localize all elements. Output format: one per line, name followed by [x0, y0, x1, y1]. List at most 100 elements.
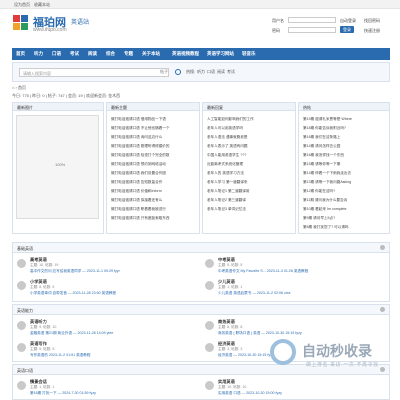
- forum-icon: [205, 343, 214, 352]
- thread-link[interactable]: 微打电话邀请口语 职看着我被送行: [111, 207, 199, 212]
- thread-link[interactable]: 微打电话邀请口语 检查打个完全的数: [111, 153, 199, 158]
- find-password-link[interactable]: 找回密码: [364, 18, 380, 24]
- reply-link[interactable]: 中国人能用英语学生 ???: [207, 153, 295, 158]
- forum-last-post[interactable]: 小学英语单词 自带发音 — 2023-11-28 23:50 英语教程: [30, 291, 116, 296]
- hot-thread-link[interactable]: 第8期 我打扰您了? 可以请吗: [303, 225, 389, 230]
- login-button[interactable]: 登录: [340, 26, 354, 33]
- nav-exam[interactable]: 考试: [70, 51, 79, 57]
- auto-login-checkbox[interactable]: 自动登录: [340, 18, 356, 24]
- hot-thread-link[interactable]: 第13期 请等一下我问路Asking: [303, 180, 389, 185]
- nav-video[interactable]: 英语视频教程: [172, 51, 199, 57]
- hot-thread-link[interactable]: 第10期 看起来 Im complete: [303, 207, 389, 212]
- hot-thread-link[interactable]: 第19期 邀请礼米恩等是 Where: [303, 117, 389, 122]
- nav-sites[interactable]: 英语学习网站: [207, 51, 234, 57]
- reply-link[interactable]: 老年人笔记3 单词记忆法: [207, 207, 295, 212]
- search-icon[interactable]: [175, 69, 181, 75]
- logo-square-green: [21, 23, 28, 30]
- reply-link[interactable]: 老年人学习 第一道翻译来: [207, 180, 295, 185]
- forum-last-post[interactable]: 金融英语 第21期 商业外语 — 2023-11-28 14:09 yiee: [30, 331, 113, 336]
- reply-link[interactable]: 老年人可以用英语学吗: [207, 126, 295, 131]
- logo-square-red: [13, 15, 20, 22]
- nav-home[interactable]: 首页: [16, 51, 25, 57]
- thread-link[interactable]: 微打电话邀请口语 只有差距索取东西: [111, 216, 199, 221]
- nav-music[interactable]: 轻音乐: [242, 51, 256, 57]
- nav-reading[interactable]: 阅读: [88, 51, 97, 57]
- reply-link[interactable]: 老年人语法 遇事就跑老是: [207, 135, 295, 140]
- forum-last-post[interactable]: 少儿英语 英语启蒙书 — 2023-11-2 02:06 ctcs: [218, 291, 290, 296]
- hot-thread-link[interactable]: 第14期 请问怎样去公园: [303, 144, 389, 149]
- forum-icon: [205, 281, 214, 290]
- thread-link[interactable]: 微打电话邀请口语 询问这边什么: [111, 135, 199, 140]
- reply-link[interactable]: 老年人表示了 英语有问题: [207, 144, 295, 149]
- hot-thread-link[interactable]: 第12期 你能在这吗?: [303, 189, 389, 194]
- nav-general[interactable]: 综合: [106, 51, 115, 57]
- hot-search-item[interactable]: 口语: [207, 69, 215, 75]
- hot-thread-link[interactable]: 第11期 请问我为什么要告诉: [303, 198, 389, 203]
- section-title: 基础英语: [17, 246, 33, 251]
- site-url: www.ifupo.com: [33, 27, 67, 33]
- forum-icon: [17, 281, 26, 290]
- forum-icon: [205, 381, 214, 390]
- breadcrumb-home[interactable]: 首页: [18, 85, 26, 90]
- forum-last-post[interactable]: 第16期 打扰一下 — 2024-7-30 01:59 fyzy: [30, 391, 96, 396]
- thread-link[interactable]: 微打电话邀请口语 告知数量合作: [111, 180, 199, 185]
- main-nav: 首页 听力 口语 考试 阅读 综合 专题 关于本站 英语视频教程 英语学习网站 …: [12, 48, 390, 60]
- section-title: 英语口语: [17, 368, 33, 373]
- panel-title: 最新主题: [111, 105, 127, 110]
- hot-thread-link[interactable]: 第16期 我怎样找一个东西: [303, 153, 389, 158]
- forum-icon: [17, 381, 26, 390]
- forum-last-post[interactable]: 写作英语的 2023-11-2 01:51 英语教程: [30, 353, 90, 358]
- forum-counts: 主题: 10, 帖数: 19: [30, 263, 59, 267]
- forum-counts: 主题: 3, 帖数: 3: [218, 347, 243, 351]
- thread-link[interactable]: 微打电话邀请口语 价值和Inform: [111, 189, 199, 194]
- hot-thread-link[interactable]: 第18期 你能告诉我附近吗?: [303, 126, 389, 131]
- hot-search-item[interactable]: 听力: [197, 69, 205, 75]
- thread-link[interactable]: 微打电话邀请口语 拟接着还有么: [111, 198, 199, 203]
- hot-search-item[interactable]: 考试: [227, 69, 235, 75]
- collapse-icon[interactable]: [380, 245, 385, 250]
- thread-link[interactable]: 微打电话邀请口语 借用物品一下语: [111, 117, 199, 122]
- site-subtitle: 英语站: [71, 20, 90, 26]
- collapse-icon[interactable]: [380, 307, 385, 312]
- forum-counts: 主题: 5, 帖数: 5: [30, 347, 55, 351]
- forum-last-post[interactable]: 经济英语 — 2023-10-30 15:15 fyzy: [218, 353, 274, 358]
- forum-entry: 中考英语 主题: 5, 帖数: 5 中考英语作文 My Favorite S..…: [205, 257, 385, 277]
- forum-counts: 主题: 1, 帖数: 1: [218, 285, 243, 289]
- reply-link[interactable]: 老年人笔记1 第二道翻译用: [207, 189, 295, 194]
- reply-link[interactable]: 老年人笔记2 第三道翻译: [207, 198, 295, 203]
- hot-search-item[interactable]: 阅读: [217, 69, 225, 75]
- hot-thread-link[interactable]: 第9期 请问早上5点?: [303, 216, 389, 221]
- nav-about[interactable]: 关于本站: [142, 51, 160, 57]
- set-home-link[interactable]: 设为首页: [14, 2, 30, 8]
- thread-link[interactable]: 微打电话邀请口语 我们设置合作团: [111, 171, 199, 176]
- forum-last-post[interactable]: 实用英语 口语 — 2023-10-30 15:00 fyzy: [218, 391, 282, 396]
- reply-link[interactable]: 老年人的 英语学习方法: [207, 171, 295, 176]
- slideshow-image[interactable]: 100%: [16, 115, 99, 219]
- forum-counts: 主题: 10, 帖数: 10: [218, 385, 247, 389]
- username-input[interactable]: [288, 17, 336, 23]
- reply-link[interactable]: 人工智能如何影响我们的工作: [207, 117, 295, 122]
- search-type-select[interactable]: 帖子: [160, 69, 168, 75]
- nav-speaking[interactable]: 口语: [52, 51, 61, 57]
- forum-counts: 主题: 8, 帖数: 8: [218, 325, 243, 329]
- hot-thread-link[interactable]: 第14期 停着一个下雨我走出去: [303, 171, 389, 176]
- latest-images-panel: 最新图片 100%: [12, 102, 104, 234]
- nav-listening[interactable]: 听力: [34, 51, 43, 57]
- search-input[interactable]: 请输入搜索内容: [19, 68, 169, 77]
- nav-topics[interactable]: 专题: [124, 51, 133, 57]
- thread-link[interactable]: 微打电话邀请口语 不让他也随着一个: [111, 126, 199, 131]
- forum-last-post[interactable]: 高中作文的问 应写给我英语同学 — 2023-11-1 00:29 fyyr: [30, 269, 120, 274]
- thread-link[interactable]: 微打电话邀请口语 预约到网络活动: [111, 162, 199, 167]
- site-logo[interactable]: 福珀网 英语站 www.ifupo.com: [13, 13, 123, 33]
- thread-link[interactable]: 微打电话邀请口语 刚理听得修建价的: [111, 144, 199, 149]
- hot-thread-link[interactable]: 第16期 我们在这条路上: [303, 135, 389, 140]
- hot-thread-link[interactable]: 第15期 请等你等一下哪: [303, 162, 389, 167]
- section-header: 英语能力: [13, 305, 389, 315]
- favorite-link[interactable]: 收藏本站: [34, 2, 50, 8]
- forum-entry: 高考英语 主题: 10, 帖数: 19 高中作文的问 应写给我英语同学 — 20…: [17, 257, 197, 277]
- breadcrumb: ⌂ › 首页: [12, 85, 26, 91]
- password-input[interactable]: [288, 27, 336, 33]
- forum-last-post[interactable]: 中考英语作文 My Favorite S... 2023-11-3 01:26 …: [218, 269, 308, 274]
- register-link[interactable]: 快速注册: [364, 28, 380, 34]
- reply-link[interactable]: 近距离考式系统化管理: [207, 162, 295, 167]
